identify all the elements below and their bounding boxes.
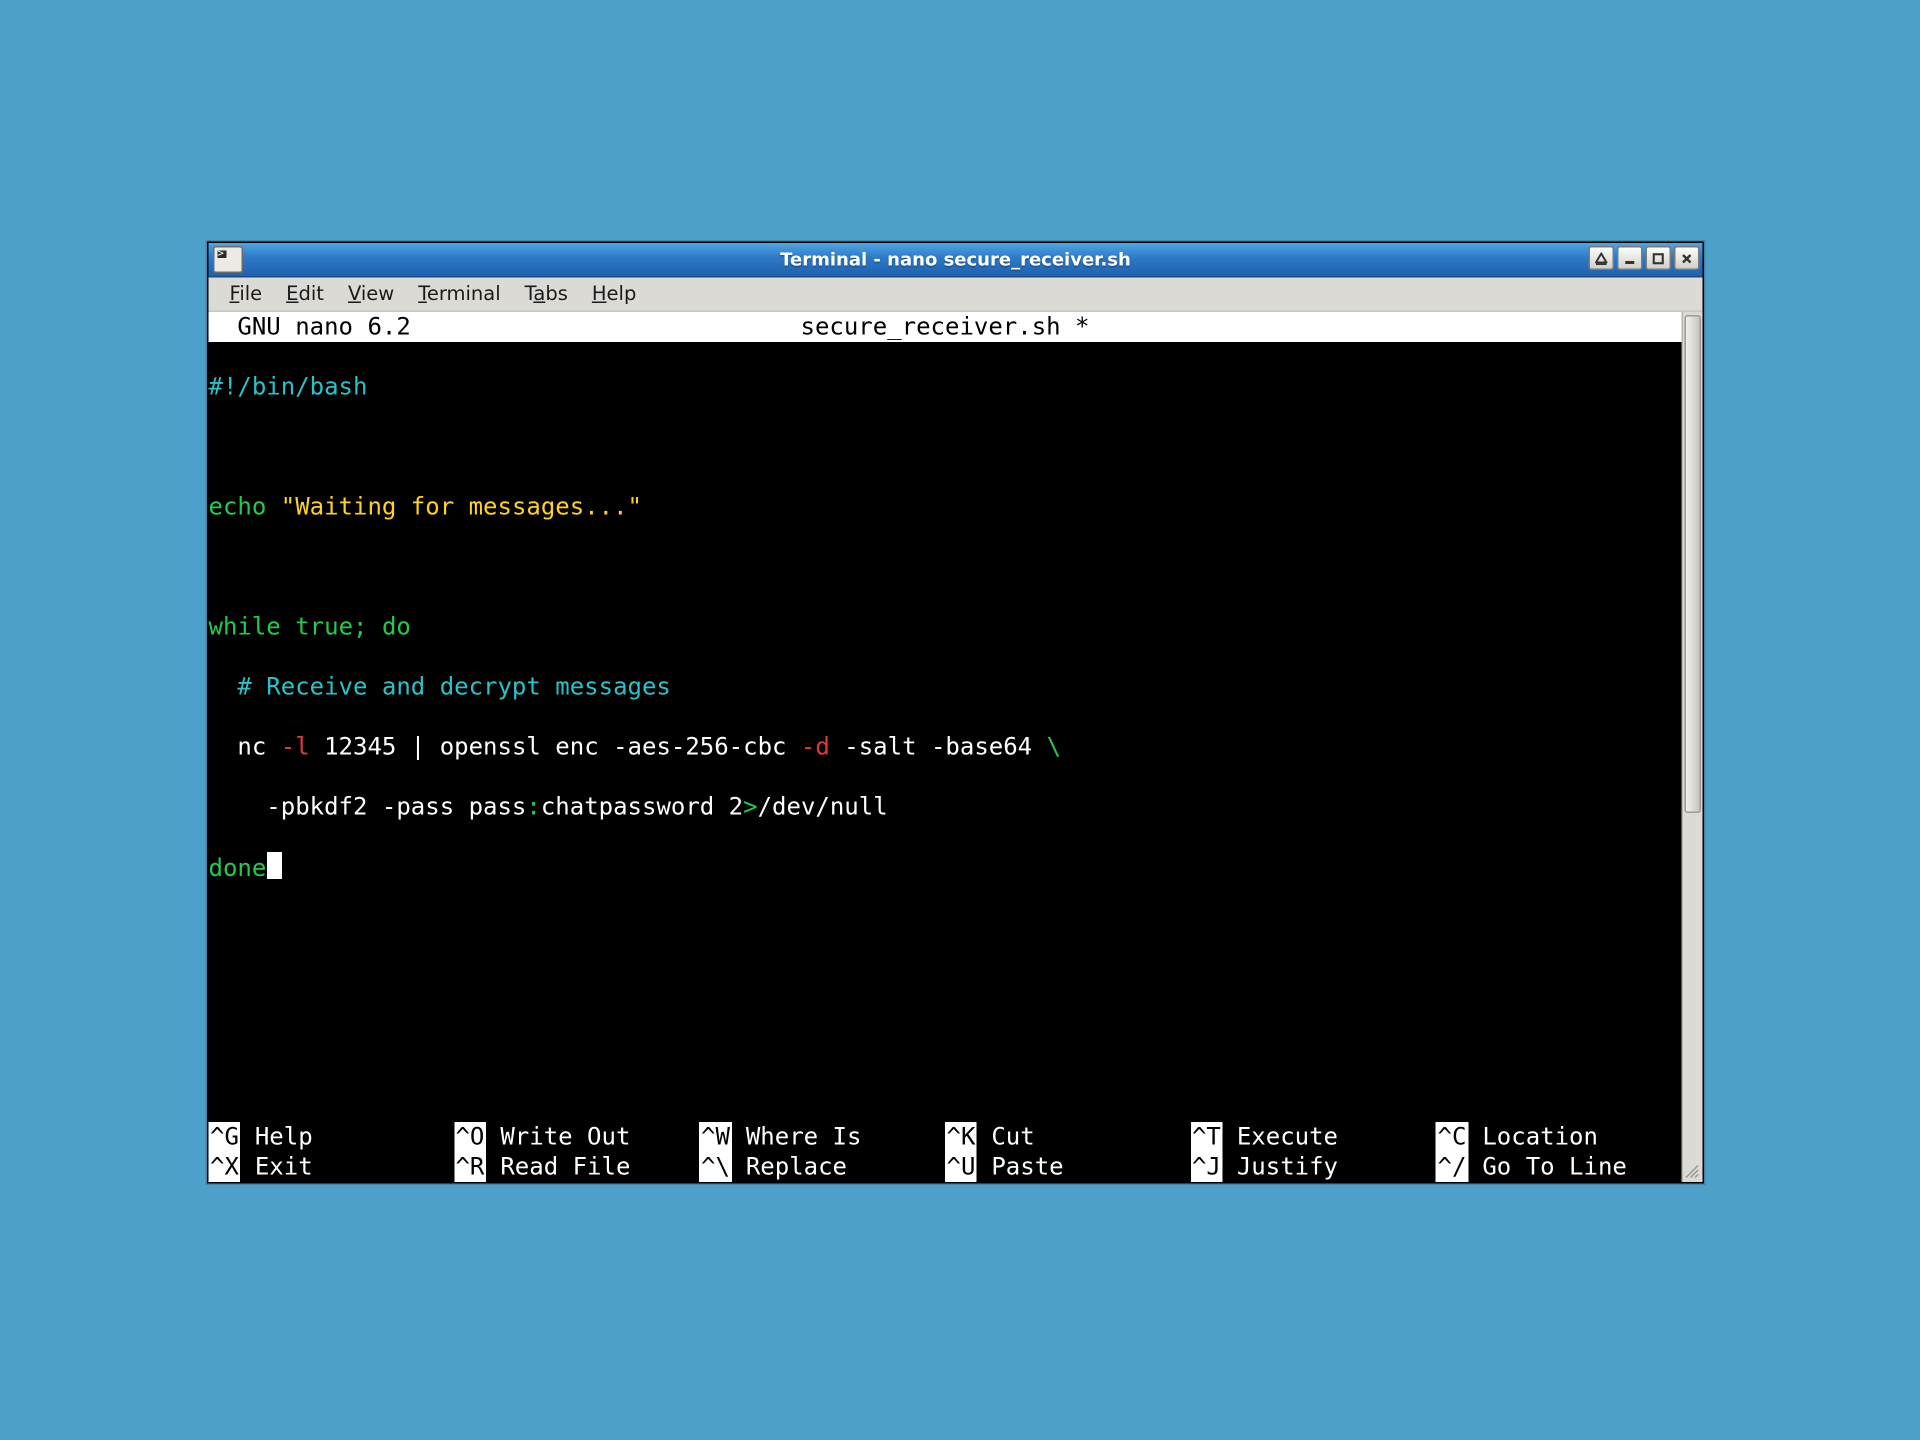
terminal-viewport[interactable]: GNU nano 6.2 secure_receiver.sh * #!/bin… [209,312,1682,1182]
shortcut-justify[interactable]: ^J Justify [1190,1152,1436,1182]
window-maximize-button[interactable] [1646,246,1672,270]
menu-view[interactable]: View [336,280,406,309]
shortcut-exit[interactable]: ^X Exit [209,1152,454,1182]
shortcut-paste[interactable]: ^U Paste [945,1152,1190,1182]
window-minimize-button[interactable] [1617,246,1643,270]
window-close-button[interactable] [1674,246,1700,270]
menu-edit[interactable]: Edit [274,280,336,309]
terminal-app-icon [213,246,243,273]
menu-terminal[interactable]: Terminal [406,280,512,309]
shortcut-go-to-line[interactable]: ^/ Go To Line [1436,1152,1682,1182]
scrollbar-thumb[interactable] [1685,315,1702,813]
shortcut-read-file[interactable]: ^R Read File [454,1152,700,1182]
window-controls [1589,246,1700,270]
shortcut-row-2: ^X Exit ^R Read File ^\ Replace ^U Paste… [209,1152,1682,1182]
text-cursor [266,852,281,879]
shortcut-cut[interactable]: ^K Cut [945,1122,1190,1152]
terminal-area: GNU nano 6.2 secure_receiver.sh * #!/bin… [209,312,1703,1182]
menu-file[interactable]: File [218,280,275,309]
nano-shortcut-bar: ^G Help ^O Write Out ^W Where Is ^K Cut … [209,1122,1682,1182]
shortcut-where-is[interactable]: ^W Where Is [699,1122,945,1152]
menubar: File Edit View Terminal Tabs Help [209,278,1703,313]
code-shebang: #!/bin/bash [209,372,368,401]
nano-header: GNU nano 6.2 secure_receiver.sh * [209,312,1682,342]
nano-filename: secure_receiver.sh * [209,312,1682,342]
terminal-window: Terminal - nano secure_receiver.sh File … [207,242,1704,1184]
menu-help[interactable]: Help [580,280,648,309]
code-comment: # Receive and decrypt messages [237,672,670,701]
window-titlebar[interactable]: Terminal - nano secure_receiver.sh [209,243,1703,278]
nano-version: GNU nano 6.2 [209,312,411,342]
shortcut-row-1: ^G Help ^O Write Out ^W Where Is ^K Cut … [209,1122,1682,1152]
shortcut-write-out[interactable]: ^O Write Out [454,1122,700,1152]
code-echo-kw: echo [209,492,267,521]
shortcut-replace[interactable]: ^\ Replace [699,1152,945,1182]
menu-tabs[interactable]: Tabs [513,280,580,309]
code-echo-string: "Waiting for messages..." [281,492,642,521]
window-title: Terminal - nano secure_receiver.sh [209,249,1703,270]
shortcut-help[interactable]: ^G Help [209,1122,454,1152]
shortcut-execute[interactable]: ^T Execute [1190,1122,1436,1152]
code-while: while [209,612,281,641]
window-always-on-top-button[interactable] [1589,246,1615,270]
code-done: done [209,854,267,883]
vertical-scrollbar[interactable] [1682,312,1703,1182]
editor-content[interactable]: #!/bin/bash echo "Waiting for messages..… [209,342,1682,942]
shortcut-location[interactable]: ^C Location [1436,1122,1682,1152]
